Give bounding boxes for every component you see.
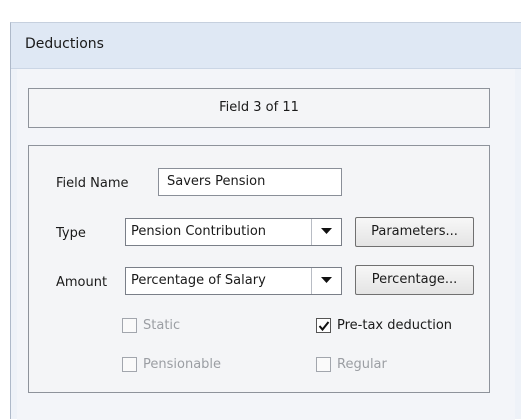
chevron-down-icon <box>321 228 332 234</box>
checkmark-icon <box>318 321 330 332</box>
pensionable-checkbox[interactable]: Pensionable <box>122 357 221 372</box>
chevron-down-icon <box>321 277 332 283</box>
amount-label: Amount <box>56 275 108 290</box>
regular-checkbox-box <box>316 357 331 372</box>
field-name-input[interactable]: Savers Pension <box>158 168 342 196</box>
pre-tax-deduction-checkbox[interactable]: Pre-tax deduction <box>316 318 452 333</box>
parameters-button[interactable]: Parameters... <box>355 217 474 247</box>
percentage-button[interactable]: Percentage... <box>355 265 474 295</box>
field-name-label: Field Name <box>56 176 129 191</box>
static-checkbox-box <box>122 318 137 333</box>
title-bar: Deductions <box>11 23 521 69</box>
static-checkbox-label: Static <box>143 318 181 333</box>
type-select-value: Pension Contribution <box>131 224 267 239</box>
window-title: Deductions <box>25 36 104 52</box>
pensionable-checkbox-box <box>122 357 137 372</box>
pre-tax-deduction-checkbox-box <box>316 318 331 333</box>
type-select[interactable]: Pension Contribution <box>125 218 342 246</box>
type-dropdown-button[interactable] <box>311 219 341 245</box>
regular-checkbox-label: Regular <box>337 357 387 372</box>
pre-tax-deduction-checkbox-label: Pre-tax deduction <box>337 318 453 333</box>
field-counter: Field 3 of 11 <box>219 100 299 115</box>
amount-dropdown-button[interactable] <box>311 268 341 294</box>
field-counter-panel: Field 3 of 11 <box>28 88 490 128</box>
amount-select[interactable]: Percentage of Salary <box>125 267 342 295</box>
static-checkbox[interactable]: Static <box>122 318 180 333</box>
type-label: Type <box>56 226 86 241</box>
pensionable-checkbox-label: Pensionable <box>143 357 222 372</box>
regular-checkbox[interactable]: Regular <box>316 357 387 372</box>
amount-select-value: Percentage of Salary <box>131 273 266 288</box>
